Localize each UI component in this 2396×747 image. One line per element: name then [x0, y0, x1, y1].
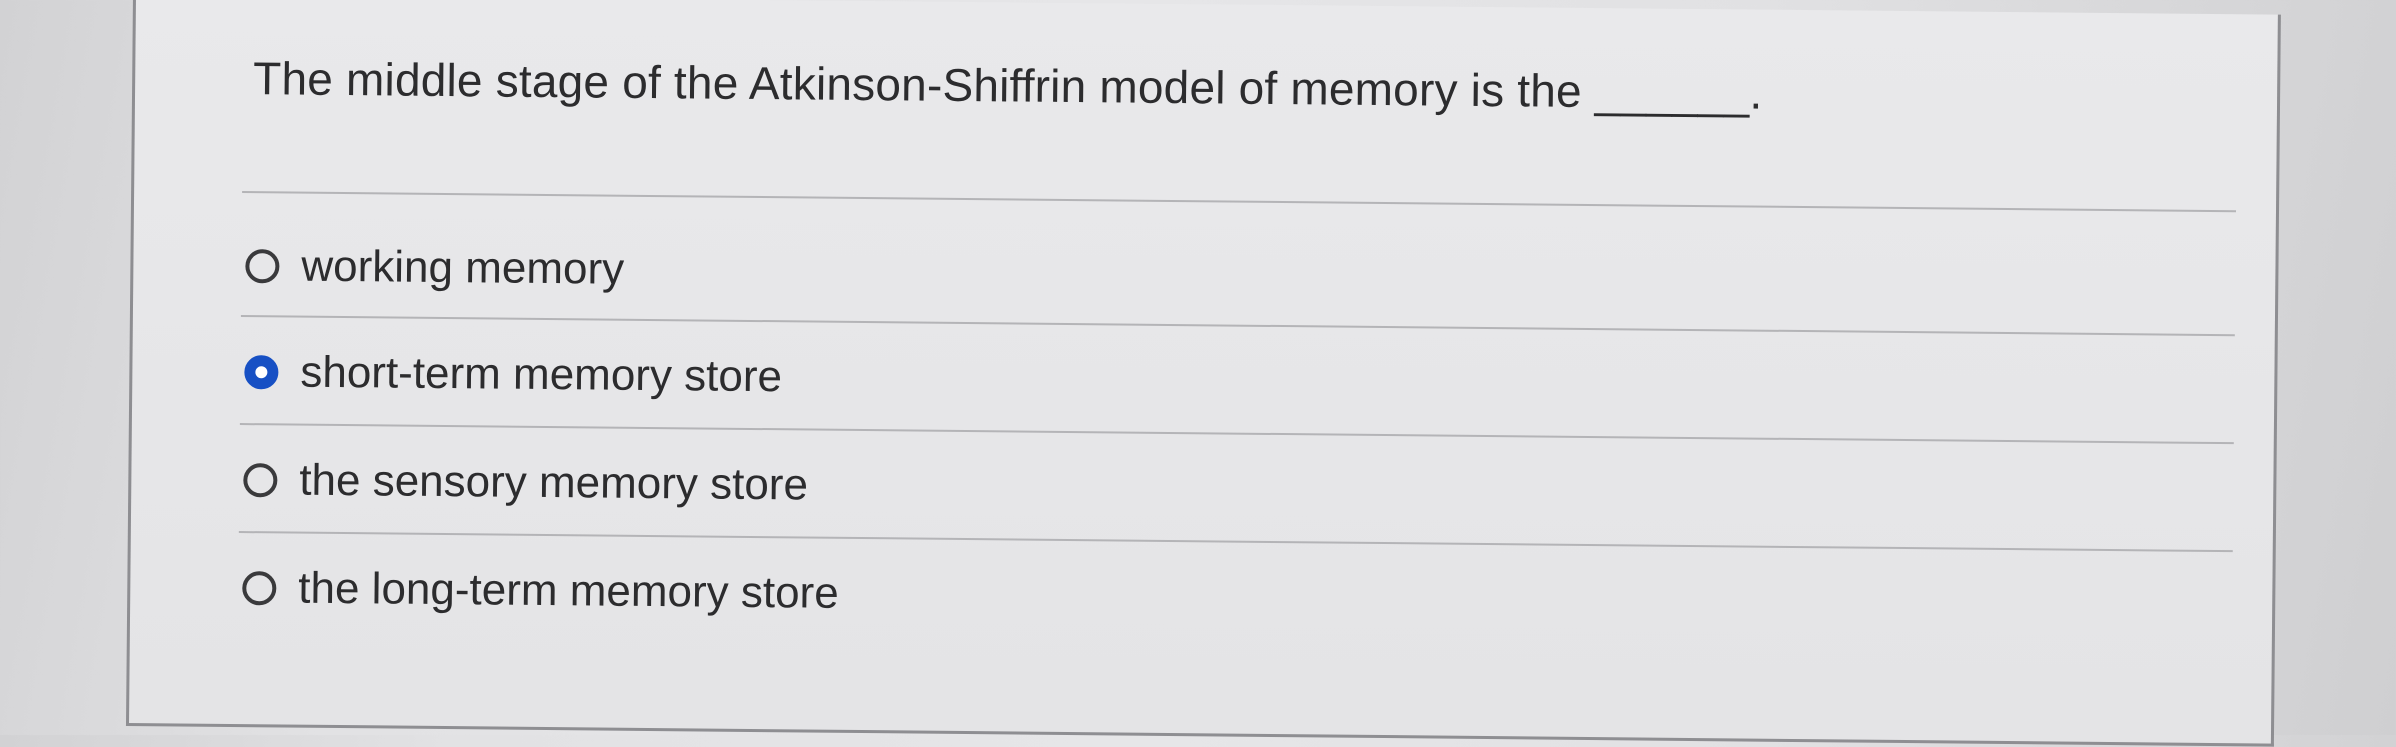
answer-option-1[interactable]: working memory — [245, 231, 624, 305]
option-divider — [239, 423, 2234, 445]
question-text: The middle stage of the Atkinson-Shiffri… — [252, 52, 1763, 119]
radio-button-unselected[interactable] — [242, 571, 277, 606]
option-label: the sensory memory store — [299, 455, 809, 510]
answer-option-4[interactable]: the long-term memory store — [242, 553, 839, 629]
answer-option-3[interactable]: the sensory memory store — [243, 445, 808, 520]
radio-button-selected[interactable] — [244, 355, 279, 390]
question-divider — [242, 191, 2237, 213]
option-divider — [240, 315, 2235, 337]
option-label: short-term memory store — [300, 347, 783, 402]
radio-button-unselected[interactable] — [245, 249, 280, 284]
option-label: the long-term memory store — [298, 563, 839, 618]
answer-option-2[interactable]: short-term memory store — [244, 337, 782, 412]
radio-button-unselected[interactable] — [243, 463, 278, 498]
question-card: The middle stage of the Atkinson-Shiffri… — [125, 0, 2281, 747]
option-divider — [238, 531, 2233, 553]
option-label: working memory — [301, 241, 625, 294]
